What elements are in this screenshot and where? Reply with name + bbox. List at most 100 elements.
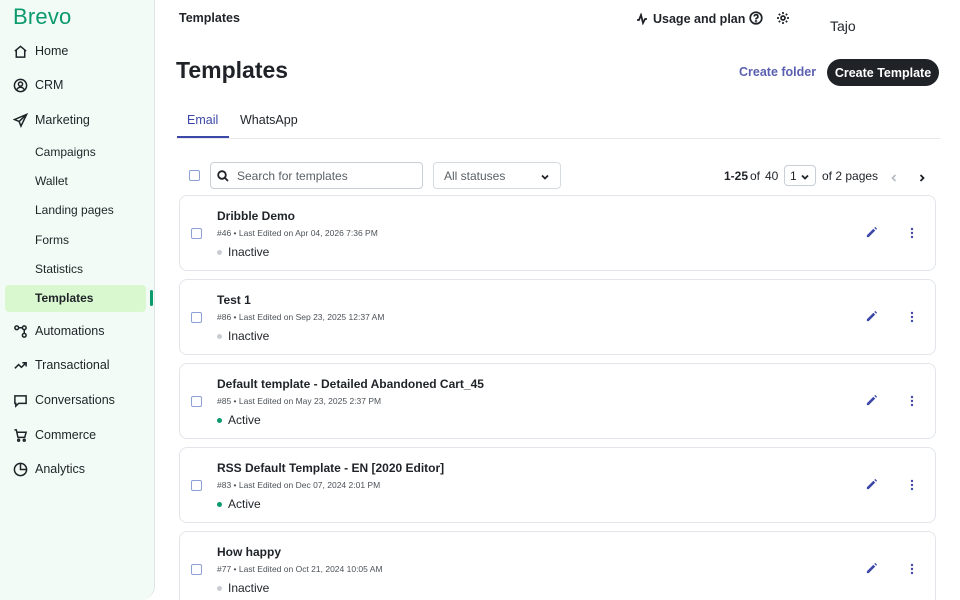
edit-icon[interactable]	[865, 310, 879, 324]
sidebar: Brevo Home CRM Marketing Campaigns Walle…	[0, 0, 155, 600]
status-badge: Inactive	[217, 245, 269, 259]
template-card[interactable]: How happy #77 • Last Edited on Oct 21, 2…	[179, 531, 936, 600]
page-number-select[interactable]: 1	[784, 165, 816, 186]
tabs-divider	[177, 138, 940, 139]
sidebar-item-conversations[interactable]: Conversations	[12, 386, 115, 414]
brevo-logo[interactable]: Brevo	[13, 4, 71, 30]
more-options-icon[interactable]	[908, 310, 916, 324]
template-title[interactable]: Test 1	[217, 293, 251, 307]
tab-email[interactable]: Email	[187, 113, 218, 127]
select-all-checkbox[interactable]	[189, 170, 200, 181]
row-checkbox[interactable]	[191, 312, 202, 323]
home-icon	[12, 43, 28, 59]
cart-icon	[12, 427, 28, 443]
row-checkbox[interactable]	[191, 480, 202, 491]
status-badge: Inactive	[217, 581, 269, 595]
activity-icon	[637, 13, 647, 25]
sidebar-subitem-wallet[interactable]: Wallet	[35, 169, 68, 193]
sidebar-item-label: Automations	[35, 324, 105, 338]
template-card[interactable]: Dribble Demo #46 • Last Edited on Apr 04…	[179, 195, 936, 271]
sidebar-item-home[interactable]: Home	[12, 37, 68, 65]
chevron-right-icon[interactable]	[917, 170, 927, 182]
sidebar-subitem-campaigns[interactable]: Campaigns	[35, 140, 96, 164]
template-card[interactable]: RSS Default Template - EN [2020 Editor] …	[179, 447, 936, 523]
chat-icon	[12, 392, 28, 408]
search-input[interactable]	[237, 168, 417, 183]
status-dot	[217, 333, 222, 339]
status-dot	[217, 417, 222, 423]
edit-icon[interactable]	[865, 226, 879, 240]
pagination-range: 1-25	[724, 169, 749, 183]
send-icon	[12, 112, 28, 128]
chevron-down-icon	[540, 171, 550, 181]
template-title[interactable]: Default template - Detailed Abandoned Ca…	[217, 377, 484, 391]
sidebar-subitem-landing-pages[interactable]: Landing pages	[35, 198, 114, 222]
template-meta: #83 • Last Edited on Dec 07, 2024 2:01 P…	[217, 480, 381, 490]
template-title[interactable]: Dribble Demo	[217, 209, 295, 223]
transactional-icon	[12, 357, 28, 373]
contacts-icon	[12, 77, 28, 93]
template-meta: #46 • Last Edited on Apr 04, 2026 7:36 P…	[217, 228, 378, 238]
template-card[interactable]: Default template - Detailed Abandoned Ca…	[179, 363, 936, 439]
more-options-icon[interactable]	[908, 478, 916, 492]
sidebar-item-marketing[interactable]: Marketing	[12, 106, 90, 134]
active-tab-indicator	[177, 136, 229, 138]
status-label: Inactive	[228, 581, 270, 595]
gear-icon[interactable]	[776, 11, 790, 25]
status-filter-dropdown[interactable]: All statuses	[433, 162, 561, 189]
sidebar-subitem-forms[interactable]: Forms	[35, 228, 69, 252]
more-options-icon[interactable]	[908, 226, 916, 240]
sidebar-active-indicator	[150, 290, 153, 306]
sidebar-subitem-templates[interactable]: Templates	[35, 286, 93, 310]
more-options-icon[interactable]	[908, 394, 916, 408]
sidebar-item-commerce[interactable]: Commerce	[12, 421, 96, 449]
edit-icon[interactable]	[865, 562, 879, 576]
sidebar-item-transactional[interactable]: Transactional	[12, 351, 110, 379]
status-filter-value: All statuses	[444, 168, 506, 183]
search-field[interactable]	[210, 162, 423, 189]
usage-and-plan-link[interactable]: Usage and plan	[636, 10, 745, 28]
status-label: Inactive	[228, 245, 270, 259]
sidebar-item-label: Commerce	[35, 428, 97, 442]
sidebar-item-crm[interactable]: CRM	[12, 71, 63, 99]
sidebar-item-label: Transactional	[35, 358, 110, 372]
breadcrumb: Templates	[179, 11, 240, 25]
sidebar-item-label: Marketing	[35, 113, 90, 127]
more-options-icon[interactable]	[908, 562, 916, 576]
chevron-down-icon	[800, 171, 810, 185]
status-badge: Active	[217, 413, 261, 427]
help-icon[interactable]	[749, 11, 763, 25]
sidebar-item-analytics[interactable]: Analytics	[12, 455, 85, 483]
sidebar-item-label: Conversations	[35, 393, 115, 407]
create-template-button[interactable]: Create Template	[827, 59, 939, 86]
template-meta: #86 • Last Edited on Sep 23, 2025 12:37 …	[217, 312, 385, 322]
status-dot	[217, 501, 222, 507]
sidebar-item-automations[interactable]: Automations	[12, 317, 104, 345]
template-title[interactable]: RSS Default Template - EN [2020 Editor]	[217, 461, 444, 475]
page-title: Templates	[176, 57, 289, 83]
template-meta: #77 • Last Edited on Oct 21, 2024 10:05 …	[217, 564, 383, 574]
status-label: Inactive	[228, 329, 270, 343]
template-meta: #85 • Last Edited on May 23, 2025 2:37 P…	[217, 396, 382, 406]
edit-icon[interactable]	[865, 478, 879, 492]
row-checkbox[interactable]	[191, 564, 202, 575]
chevron-left-icon[interactable]	[889, 170, 899, 182]
row-checkbox[interactable]	[191, 228, 202, 239]
sidebar-item-label: Home	[35, 44, 69, 58]
status-dot	[217, 249, 222, 255]
template-title[interactable]: How happy	[217, 545, 281, 559]
automation-icon	[12, 323, 28, 339]
edit-icon[interactable]	[865, 394, 879, 408]
analytics-icon	[12, 461, 28, 477]
usage-label: Usage and plan	[653, 12, 746, 26]
row-checkbox[interactable]	[191, 396, 202, 407]
pagination-pages: of 2 pages	[822, 169, 879, 183]
tab-whatsapp[interactable]: WhatsApp	[240, 113, 298, 127]
user-name[interactable]: Tajo	[830, 18, 856, 34]
create-folder-button[interactable]: Create folder	[739, 65, 816, 79]
template-card[interactable]: Test 1 #86 • Last Edited on Sep 23, 2025…	[179, 279, 936, 355]
sidebar-subitem-statistics[interactable]: Statistics	[35, 257, 83, 281]
sidebar-item-label: CRM	[35, 78, 64, 92]
sidebar-item-label: Analytics	[35, 462, 86, 476]
status-badge: Inactive	[217, 329, 269, 343]
